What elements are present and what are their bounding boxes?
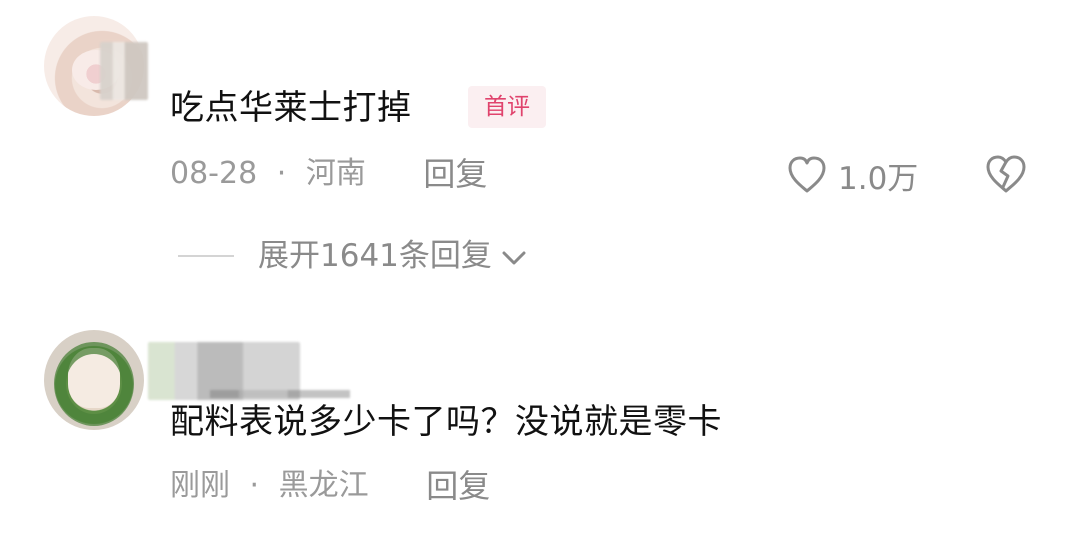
heart-icon	[786, 155, 828, 195]
meta-separator: ·	[249, 468, 260, 503]
chevron-down-icon	[500, 248, 528, 268]
like-button[interactable]: 1.0万	[786, 154, 919, 197]
user-avatar[interactable]	[44, 330, 144, 430]
broken-heart-icon	[984, 154, 1028, 196]
expand-replies-button[interactable]: 展开1641条回复	[178, 236, 528, 276]
expand-replies-label: 展开1641条回复	[258, 238, 492, 274]
reply-button[interactable]: 回复	[423, 156, 487, 192]
comment-text: 吃点华莱士打掉	[170, 88, 412, 128]
comment-text: 配料表说多少卡了吗？没说就是零卡	[170, 402, 722, 442]
comment-meta: 刚刚 · 黑龙江 回复	[170, 468, 490, 504]
comment-date: 08-28	[170, 156, 258, 191]
like-count: 1.0万	[838, 160, 919, 197]
comment-region: 河南	[305, 156, 366, 191]
blurred-username	[100, 42, 148, 100]
first-comment-badge: 首评	[468, 86, 546, 128]
blurred-overlay	[210, 390, 350, 398]
comment-meta: 08-28 · 河南 回复	[170, 156, 487, 192]
meta-separator: ·	[276, 156, 287, 191]
dislike-button[interactable]	[984, 154, 1028, 198]
expand-divider	[178, 255, 234, 257]
comment-region: 黑龙江	[278, 468, 369, 503]
reply-button[interactable]: 回复	[426, 468, 490, 504]
comment-date: 刚刚	[170, 468, 230, 503]
